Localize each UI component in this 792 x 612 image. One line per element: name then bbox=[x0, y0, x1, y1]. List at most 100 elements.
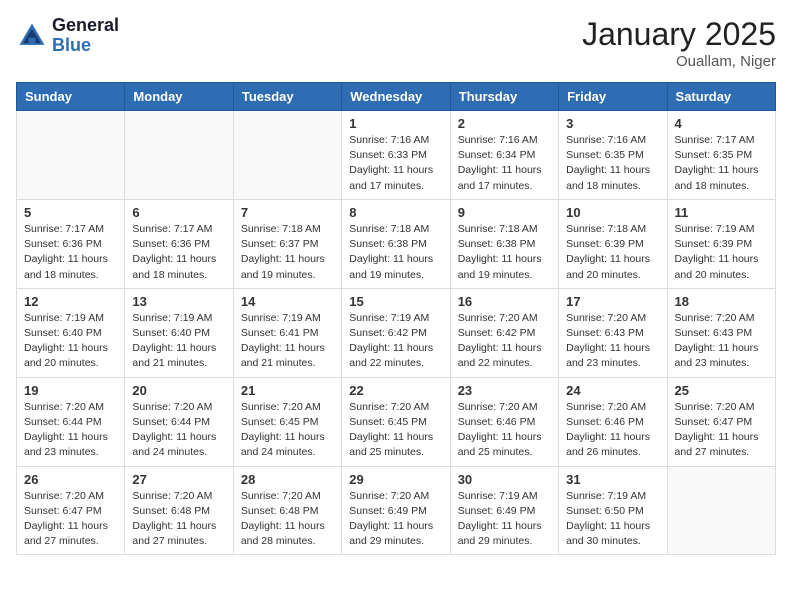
daylight-text: Daylight: 11 hours and 18 minutes. bbox=[132, 252, 225, 282]
calendar-cell-4-4: 30 Sunrise: 7:19 AMSunset: 6:49 PMDayligh… bbox=[450, 466, 558, 555]
sunrise-text: Sunrise: 7:20 AM bbox=[241, 400, 334, 415]
daylight-text: Daylight: 11 hours and 17 minutes. bbox=[458, 163, 551, 193]
sunrise-text: Sunrise: 7:19 AM bbox=[566, 489, 659, 504]
sunset-text: Sunset: 6:43 PM bbox=[675, 326, 768, 341]
sunset-text: Sunset: 6:44 PM bbox=[132, 415, 225, 430]
daylight-text: Daylight: 11 hours and 24 minutes. bbox=[132, 430, 225, 460]
day-number: 18 bbox=[675, 294, 768, 309]
day-info: Sunrise: 7:19 AMSunset: 6:49 PMDaylight:… bbox=[458, 489, 551, 550]
title-block: January 2025 Ouallam, Niger bbox=[582, 16, 776, 70]
calendar-cell-4-6 bbox=[667, 466, 775, 555]
calendar-cell-0-3: 1Sunrise: 7:16 AMSunset: 6:33 PMDaylight… bbox=[342, 111, 450, 200]
sunrise-text: Sunrise: 7:20 AM bbox=[458, 311, 551, 326]
sunrise-text: Sunrise: 7:20 AM bbox=[675, 400, 768, 415]
daylight-text: Daylight: 11 hours and 25 minutes. bbox=[349, 430, 442, 460]
calendar-cell-3-5: 24Sunrise: 7:20 AMSunset: 6:46 PMDayligh… bbox=[559, 377, 667, 466]
sunset-text: Sunset: 6:35 PM bbox=[675, 148, 768, 163]
calendar-cell-3-2: 21Sunrise: 7:20 AMSunset: 6:45 PMDayligh… bbox=[233, 377, 341, 466]
calendar-cell-4-2: 28Sunrise: 7:20 AMSunset: 6:48 PMDayligh… bbox=[233, 466, 341, 555]
sunrise-text: Sunrise: 7:17 AM bbox=[24, 222, 117, 237]
sunset-text: Sunset: 6:42 PM bbox=[458, 326, 551, 341]
calendar-cell-3-4: 23Sunrise: 7:20 AMSunset: 6:46 PMDayligh… bbox=[450, 377, 558, 466]
sunset-text: Sunset: 6:38 PM bbox=[458, 237, 551, 252]
calendar-cell-0-0 bbox=[17, 111, 125, 200]
sunset-text: Sunset: 6:34 PM bbox=[458, 148, 551, 163]
calendar-cell-4-0: 26 Sunrise: 7:20 AMSunset: 6:47 PMDayligh… bbox=[17, 466, 125, 555]
day-info: Sunrise: 7:20 AMSunset: 6:48 PMDaylight:… bbox=[241, 489, 334, 550]
sunrise-text: Sunrise: 7:20 AM bbox=[132, 489, 225, 504]
sunset-text: Sunset: 6:49 PM bbox=[458, 504, 551, 519]
day-info: Sunrise: 7:18 AMSunset: 6:39 PMDaylight:… bbox=[566, 222, 659, 283]
day-number: 23 bbox=[458, 383, 551, 398]
day-number: 31 bbox=[566, 472, 659, 487]
sunrise-text: Sunrise: 7:20 AM bbox=[24, 489, 117, 504]
sunrise-text: Sunrise: 7:19 AM bbox=[241, 311, 334, 326]
day-number: 13 bbox=[132, 294, 225, 309]
sunset-text: Sunset: 6:36 PM bbox=[24, 237, 117, 252]
day-number: 16 bbox=[458, 294, 551, 309]
day-number: 3 bbox=[566, 116, 659, 131]
calendar-cell-4-5: 31Sunrise: 7:19 AMSunset: 6:50 PMDayligh… bbox=[559, 466, 667, 555]
calendar-cell-3-6: 25Sunrise: 7:20 AMSunset: 6:47 PMDayligh… bbox=[667, 377, 775, 466]
calendar-cell-0-4: 2 Sunrise: 7:16 AMSunset: 6:34 PMDaylight… bbox=[450, 111, 558, 200]
day-info: Sunrise: 7:16 AMSunset: 6:33 PMDaylight:… bbox=[349, 133, 442, 194]
sunrise-text: Sunrise: 7:19 AM bbox=[132, 311, 225, 326]
day-info: Sunrise: 7:20 AMSunset: 6:44 PMDaylight:… bbox=[132, 400, 225, 461]
day-info: Sunrise: 7:18 AMSunset: 6:38 PMDaylight:… bbox=[349, 222, 442, 283]
day-number: 30 bbox=[458, 472, 551, 487]
day-number: 11 bbox=[675, 205, 768, 220]
weekday-header-wednesday: Wednesday bbox=[342, 83, 450, 111]
weekday-header-saturday: Saturday bbox=[667, 83, 775, 111]
sunrise-text: Sunrise: 7:16 AM bbox=[458, 133, 551, 148]
calendar-cell-2-1: 13Sunrise: 7:19 AMSunset: 6:40 PMDayligh… bbox=[125, 288, 233, 377]
day-number: 2 bbox=[458, 116, 551, 131]
day-info: Sunrise: 7:20 AMSunset: 6:44 PMDaylight:… bbox=[24, 400, 117, 461]
daylight-text: Daylight: 11 hours and 18 minutes. bbox=[24, 252, 117, 282]
daylight-text: Daylight: 11 hours and 20 minutes. bbox=[566, 252, 659, 282]
day-info: Sunrise: 7:20 AMSunset: 6:45 PMDaylight:… bbox=[349, 400, 442, 461]
day-number: 26 bbox=[24, 472, 117, 487]
weekday-header-friday: Friday bbox=[559, 83, 667, 111]
sunrise-text: Sunrise: 7:20 AM bbox=[566, 400, 659, 415]
day-info: Sunrise: 7:20 AMSunset: 6:47 PMDaylight:… bbox=[24, 489, 117, 550]
daylight-text: Daylight: 11 hours and 19 minutes. bbox=[349, 252, 442, 282]
logo-icon bbox=[16, 20, 48, 52]
daylight-text: Daylight: 11 hours and 25 minutes. bbox=[458, 430, 551, 460]
weekday-header-row: SundayMondayTuesdayWednesdayThursdayFrid… bbox=[17, 83, 776, 111]
sunrise-text: Sunrise: 7:19 AM bbox=[24, 311, 117, 326]
sunrise-text: Sunrise: 7:18 AM bbox=[349, 222, 442, 237]
calendar-cell-2-6: 18Sunrise: 7:20 AMSunset: 6:43 PMDayligh… bbox=[667, 288, 775, 377]
sunset-text: Sunset: 6:47 PM bbox=[24, 504, 117, 519]
sunset-text: Sunset: 6:38 PM bbox=[349, 237, 442, 252]
sunset-text: Sunset: 6:39 PM bbox=[675, 237, 768, 252]
daylight-text: Daylight: 11 hours and 19 minutes. bbox=[458, 252, 551, 282]
sunset-text: Sunset: 6:46 PM bbox=[566, 415, 659, 430]
calendar-cell-1-1: 6Sunrise: 7:17 AMSunset: 6:36 PMDaylight… bbox=[125, 199, 233, 288]
day-info: Sunrise: 7:20 AMSunset: 6:47 PMDaylight:… bbox=[675, 400, 768, 461]
sunrise-text: Sunrise: 7:18 AM bbox=[458, 222, 551, 237]
sunrise-text: Sunrise: 7:16 AM bbox=[566, 133, 659, 148]
sunset-text: Sunset: 6:41 PM bbox=[241, 326, 334, 341]
day-info: Sunrise: 7:19 AMSunset: 6:40 PMDaylight:… bbox=[24, 311, 117, 372]
month-title: January 2025 bbox=[582, 16, 776, 53]
daylight-text: Daylight: 11 hours and 20 minutes. bbox=[675, 252, 768, 282]
daylight-text: Daylight: 11 hours and 22 minutes. bbox=[349, 341, 442, 371]
weekday-header-thursday: Thursday bbox=[450, 83, 558, 111]
daylight-text: Daylight: 11 hours and 27 minutes. bbox=[675, 430, 768, 460]
daylight-text: Daylight: 11 hours and 22 minutes. bbox=[458, 341, 551, 371]
calendar-cell-4-3: 29Sunrise: 7:20 AMSunset: 6:49 PMDayligh… bbox=[342, 466, 450, 555]
sunrise-text: Sunrise: 7:20 AM bbox=[349, 489, 442, 504]
day-number: 24 bbox=[566, 383, 659, 398]
sunrise-text: Sunrise: 7:17 AM bbox=[675, 133, 768, 148]
day-info: Sunrise: 7:18 AMSunset: 6:37 PMDaylight:… bbox=[241, 222, 334, 283]
calendar-cell-2-5: 17Sunrise: 7:20 AMSunset: 6:43 PMDayligh… bbox=[559, 288, 667, 377]
day-number: 21 bbox=[241, 383, 334, 398]
sunset-text: Sunset: 6:42 PM bbox=[349, 326, 442, 341]
page-header: General Blue January 2025 Ouallam, Niger bbox=[16, 16, 776, 70]
day-number: 12 bbox=[24, 294, 117, 309]
weekday-header-monday: Monday bbox=[125, 83, 233, 111]
sunrise-text: Sunrise: 7:20 AM bbox=[349, 400, 442, 415]
calendar-cell-0-5: 3Sunrise: 7:16 AMSunset: 6:35 PMDaylight… bbox=[559, 111, 667, 200]
sunrise-text: Sunrise: 7:20 AM bbox=[566, 311, 659, 326]
day-number: 29 bbox=[349, 472, 442, 487]
